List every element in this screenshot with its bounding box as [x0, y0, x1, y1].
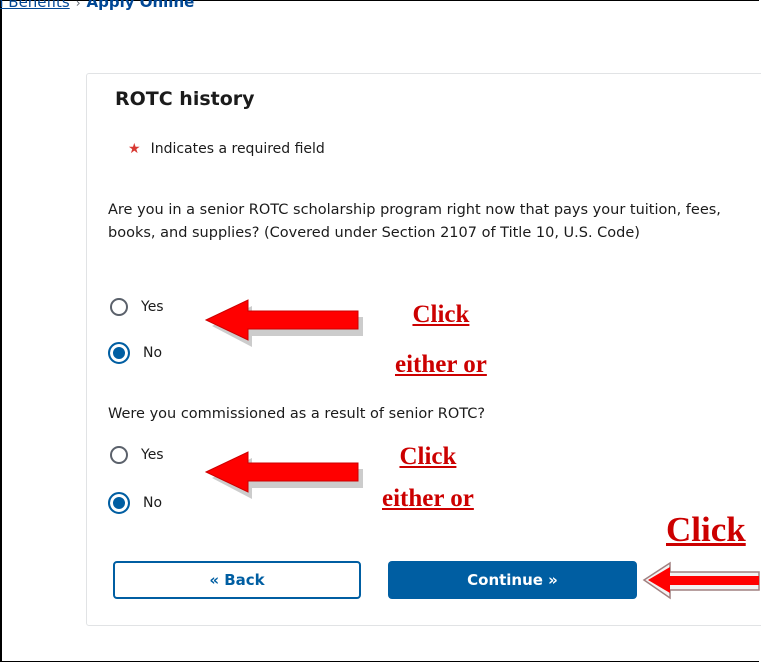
radio-label: Yes [141, 299, 164, 315]
annotation-note-1: Click either or [395, 290, 487, 390]
annotation-note-2: Click either or [382, 436, 474, 520]
annotation-arrow-icon [642, 561, 760, 600]
annotation-note-line: either or [382, 485, 474, 512]
breadcrumb-current: Apply Online [86, 0, 195, 11]
radio-q1-yes[interactable]: Yes [110, 298, 164, 316]
radio-circle-checked-icon [108, 492, 130, 514]
required-note-text: Indicates a required field [150, 141, 325, 157]
annotation-note-3: Click [666, 510, 746, 549]
radio-circle-icon [110, 298, 128, 316]
radio-q2-yes[interactable]: Yes [110, 446, 164, 464]
radio-label: No [143, 345, 163, 361]
annotation-arrow-icon [204, 299, 363, 347]
breadcrumb: n Benefits › Apply Online [0, 0, 194, 20]
page-title: ROTC history [115, 88, 255, 110]
radio-q1-no[interactable]: No [108, 342, 163, 364]
radio-circle-checked-icon [108, 342, 130, 364]
breadcrumb-link-benefits[interactable]: n Benefits [0, 0, 70, 11]
continue-button[interactable]: Continue » [388, 561, 637, 599]
annotation-arrow-icon [204, 451, 363, 499]
question-rotc-commissioned: Were you commissioned as a result of sen… [108, 406, 486, 422]
question-rotc-scholarship: Are you in a senior ROTC scholarship pro… [108, 202, 721, 241]
annotation-note-line: either or [395, 351, 487, 378]
radio-q2-no[interactable]: No [108, 492, 163, 514]
annotation-note-line: Click [412, 301, 470, 328]
breadcrumb-separator: › [75, 0, 81, 10]
radio-label: Yes [141, 447, 164, 463]
radio-circle-icon [110, 446, 128, 464]
required-note: ★ Indicates a required field [128, 141, 325, 157]
annotation-note-line: Click [399, 443, 457, 470]
required-star-icon: ★ [128, 141, 141, 157]
radio-label: No [143, 495, 163, 511]
back-button[interactable]: « Back [113, 561, 361, 599]
